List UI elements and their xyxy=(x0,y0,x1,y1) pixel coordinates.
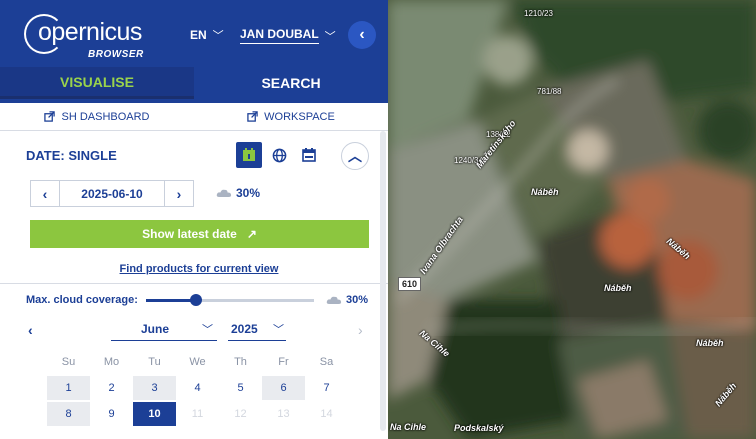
year-label: 2025 xyxy=(231,322,258,336)
map-label: 781/88 xyxy=(537,87,562,96)
year-select[interactable]: 2025 ﹀ xyxy=(228,321,286,341)
app-header: opernicus BROWSER EN ﹀ JAN DOUBAL ﹀ ‹ VI… xyxy=(0,0,388,103)
globe-button[interactable] xyxy=(266,142,292,168)
cloud-coverage-percent: 30% xyxy=(346,294,369,306)
collapse-sidebar-button[interactable]: ‹ xyxy=(348,21,376,49)
logo-subtitle: BROWSER xyxy=(88,49,144,60)
external-links: SH DASHBOARD WORKSPACE xyxy=(0,103,388,131)
language-selector[interactable]: EN ﹀ xyxy=(190,27,224,43)
logo-wordmark: opernicus xyxy=(38,18,142,46)
external-link-icon xyxy=(247,111,258,122)
chevron-down-icon: ﹀ xyxy=(202,324,213,336)
date-mode-buttons xyxy=(236,142,322,168)
street-label: Náběh xyxy=(531,187,559,197)
month-label: June xyxy=(141,322,170,336)
cloud-coverage-label: Max. cloud coverage: xyxy=(26,294,138,306)
show-latest-label: Show latest date xyxy=(142,227,237,241)
cloud-percent: 30% xyxy=(236,186,261,200)
calendar-grid: Su Mo Tu We Th Fr Sa 1 2 3 4 5 6 7 8 9 10 11 12 13 14 xyxy=(47,350,348,426)
previous-date-button[interactable]: ‹ xyxy=(31,181,59,206)
street-label: Náběh xyxy=(696,338,724,348)
sidebar-scrollbar[interactable] xyxy=(380,131,386,431)
cloud-icon xyxy=(326,296,342,304)
weekday-header: Mo xyxy=(103,356,120,368)
calendar-day: 14 xyxy=(320,408,333,420)
user-menu[interactable]: JAN DOUBAL ﹀ xyxy=(240,27,336,44)
divider xyxy=(0,283,388,284)
street-label: Na Cihle xyxy=(390,422,427,432)
external-link-icon xyxy=(44,111,56,122)
find-products-link[interactable]: Find products for current view xyxy=(0,263,388,275)
date-input[interactable]: 2025-06-10 xyxy=(59,181,165,206)
chevron-down-icon: ﹀ xyxy=(273,324,284,336)
calendar-day[interactable]: 8 xyxy=(47,402,90,426)
collapse-date-button[interactable]: ︿ xyxy=(341,142,369,170)
sidebar: opernicus BROWSER EN ﹀ JAN DOUBAL ﹀ ‹ VI… xyxy=(0,0,388,439)
previous-month-button[interactable]: ‹ xyxy=(28,322,33,338)
tab-visualise[interactable]: VISUALISE xyxy=(0,67,194,99)
cloud-coverage-value: 30% xyxy=(326,294,368,306)
street-label: Podskalský xyxy=(454,423,504,433)
cloud-icon xyxy=(216,189,232,197)
next-date-button[interactable]: › xyxy=(165,181,193,206)
tab-search[interactable]: SEARCH xyxy=(194,67,388,99)
arrow-up-right-icon: ↗ xyxy=(246,227,257,241)
calendar-range-icon xyxy=(302,148,316,162)
weekday-header: Tu xyxy=(148,356,161,368)
calendar-day[interactable]: 1 xyxy=(47,376,90,400)
satellite-imagery xyxy=(388,0,756,439)
copernicus-logo[interactable]: opernicus BROWSER xyxy=(24,12,174,62)
map-label: 1210/23 xyxy=(524,9,553,18)
single-date-button[interactable] xyxy=(236,142,262,168)
chevron-down-icon: ﹀ xyxy=(324,30,336,43)
weekday-header: Th xyxy=(234,356,247,368)
calendar-day[interactable]: 6 xyxy=(262,376,305,400)
sh-dashboard-link[interactable]: SH DASHBOARD xyxy=(0,103,194,130)
language-label: EN xyxy=(190,28,207,42)
chevron-down-icon: ﹀ xyxy=(212,30,224,42)
sh-dashboard-label: SH DASHBOARD xyxy=(61,110,150,123)
main-tabs: VISUALISE SEARCH xyxy=(0,67,388,99)
slider-thumb[interactable] xyxy=(190,294,203,306)
calendar-day[interactable]: 7 xyxy=(305,376,348,400)
calendar-day: 11 xyxy=(191,408,204,420)
cloud-coverage-slider[interactable] xyxy=(146,294,314,306)
show-latest-date-button[interactable]: Show latest date ↗ xyxy=(30,220,369,248)
chevron-up-icon: ︿ xyxy=(348,148,362,164)
cloud-cover-indicator: 30% xyxy=(216,186,260,200)
next-month-button[interactable]: › xyxy=(358,322,363,338)
date-range-button[interactable] xyxy=(296,142,322,168)
weekday-header: Fr xyxy=(278,356,289,368)
weekday-header: Su xyxy=(61,356,76,368)
date-mode-title: DATE: SINGLE xyxy=(26,148,117,163)
workspace-link[interactable]: WORKSPACE xyxy=(194,103,388,130)
chevron-left-icon: ‹ xyxy=(359,26,365,43)
calendar-day-selected[interactable]: 10 xyxy=(133,402,176,426)
map-view[interactable]: 1210/23 781/88 138/12 1240/34 Mařetínské… xyxy=(388,0,756,439)
calendar-day[interactable]: 5 xyxy=(219,376,262,400)
weekday-header: Sa xyxy=(319,356,334,368)
weekday-header: We xyxy=(189,356,206,368)
calendar-day[interactable]: 2 xyxy=(90,376,133,400)
calendar-day: 13 xyxy=(277,408,290,420)
month-select[interactable]: June ﹀ xyxy=(111,321,217,341)
calendar-single-icon xyxy=(243,148,255,161)
calendar-day[interactable]: 4 xyxy=(176,376,219,400)
date-picker: ‹ 2025-06-10 › xyxy=(30,180,194,207)
workspace-label: WORKSPACE xyxy=(264,110,335,123)
slider-fill xyxy=(146,299,197,302)
user-name: JAN DOUBAL xyxy=(240,27,319,44)
calendar-day: 12 xyxy=(234,408,247,420)
globe-icon xyxy=(272,148,286,162)
calendar-day[interactable]: 9 xyxy=(90,402,133,426)
street-label: Náběh xyxy=(604,283,632,293)
calendar-day[interactable]: 3 xyxy=(133,376,176,400)
road-number-badge: 610 xyxy=(398,277,422,291)
